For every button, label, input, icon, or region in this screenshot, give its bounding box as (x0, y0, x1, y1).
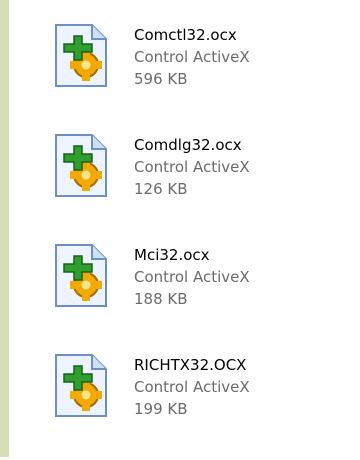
file-size: 596 KB (134, 70, 188, 88)
file-meta: Mci32.ocx Control ActiveX 188 KB (134, 244, 250, 310)
file-list: Comctl32.ocx Control ActiveX 596 KB Comd… (44, 20, 354, 460)
file-name: Comctl32.ocx (134, 26, 237, 44)
file-meta: Comdlg32.ocx Control ActiveX 126 KB (134, 134, 250, 200)
file-name: Comdlg32.ocx (134, 136, 242, 154)
file-name: RICHTX32.OCX (134, 356, 247, 374)
file-name: Mci32.ocx (134, 246, 210, 264)
file-item-comctl32[interactable]: Comctl32.ocx Control ActiveX 596 KB (44, 20, 354, 130)
file-type: Control ActiveX (134, 48, 250, 66)
activex-control-file-icon (55, 354, 107, 417)
file-size: 188 KB (134, 290, 188, 308)
file-meta: RICHTX32.OCX Control ActiveX 199 KB (134, 354, 250, 420)
file-meta: Comctl32.ocx Control ActiveX 596 KB (134, 24, 250, 90)
left-panel-edge (0, 0, 9, 457)
file-item-comdlg32[interactable]: Comdlg32.ocx Control ActiveX 126 KB (44, 130, 354, 240)
activex-control-file-icon (55, 134, 107, 197)
file-item-mci32[interactable]: Mci32.ocx Control ActiveX 188 KB (44, 240, 354, 350)
activex-control-file-icon (55, 24, 107, 87)
activex-control-file-icon (55, 244, 107, 307)
file-size: 199 KB (134, 400, 188, 418)
file-type: Control ActiveX (134, 268, 250, 286)
file-type: Control ActiveX (134, 378, 250, 396)
file-item-richtx32[interactable]: RICHTX32.OCX Control ActiveX 199 KB (44, 350, 354, 460)
file-type: Control ActiveX (134, 158, 250, 176)
file-size: 126 KB (134, 180, 188, 198)
